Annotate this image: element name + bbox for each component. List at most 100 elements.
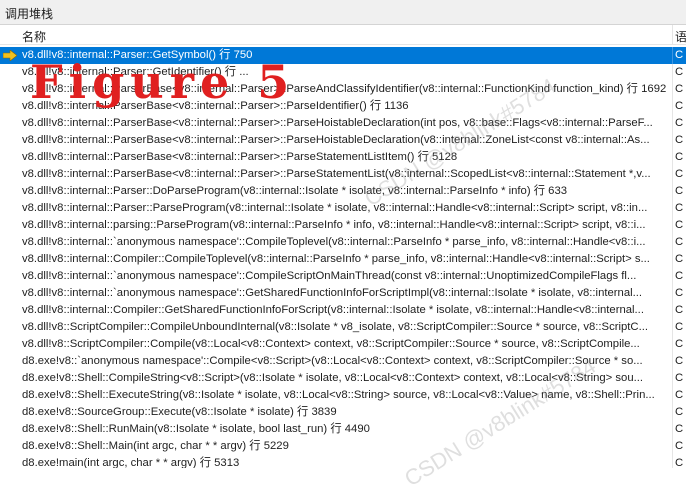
stack-frame-name: d8.exe!v8::Shell::Main(int argc, char * … [22,440,289,452]
column-divider [672,217,673,234]
stack-frame-row[interactable]: v8.dll!v8::internal::ParserBase<v8::inte… [0,166,686,183]
stack-frame-name: v8.dll!v8::internal::ParserBase<v8::inte… [22,117,653,129]
stack-frame-language: C [675,457,684,468]
stack-frame-row[interactable]: v8.dll!v8::internal::`anonymous namespac… [0,285,686,302]
stack-frame-language: C [675,253,684,265]
stack-frame-name: v8.dll!v8::ScriptCompiler::Compile(v8::L… [22,338,640,350]
stack-frame-language: C [675,185,684,197]
column-divider [672,353,673,370]
column-divider [672,455,673,468]
stack-frame-row[interactable]: v8.dll!v8::ScriptCompiler::Compile(v8::L… [0,336,686,353]
stack-frame-name: v8.dll!v8::internal::`anonymous namespac… [22,287,643,299]
stack-frame-name: d8.exe!v8::Shell::CompileString<v8::Scri… [22,372,644,384]
column-divider [672,268,673,285]
stack-frame-language: C [675,423,684,435]
stack-frame-name: v8.dll!v8::internal::ParserBase<v8::inte… [22,151,458,163]
stack-frame-language: C [675,49,684,61]
column-divider [672,200,673,217]
column-divider[interactable] [672,25,673,45]
stack-frame-language: C [675,355,684,367]
column-header-language[interactable]: 语 [675,28,686,45]
stack-frame-language: C [675,440,684,452]
column-divider [672,183,673,200]
stack-frame-name: d8.exe!v8::SourceGroup::Execute(v8::Isol… [22,406,337,418]
stack-frame-language: C [675,321,684,333]
stack-frame-name: v8.dll!v8::internal::Compiler::GetShared… [22,304,644,316]
column-divider [672,47,673,64]
call-stack-titlebar: 调用堆栈 [0,0,686,25]
window-title: 调用堆栈 [5,7,54,21]
stack-frame-row[interactable]: v8.dll!v8::internal::Parser::ParseProgra… [0,200,686,217]
stack-frame-row[interactable]: v8.dll!v8::internal::ParserBase<v8::inte… [0,115,686,132]
column-divider [672,438,673,455]
stack-frame-row[interactable]: v8.dll!v8::internal::ParserBase<v8::inte… [0,132,686,149]
stack-frame-name: v8.dll!v8::internal::ParserBase<v8::inte… [22,134,650,146]
stack-frame-row[interactable]: d8.exe!v8::SourceGroup::Execute(v8::Isol… [0,404,686,421]
column-header-name[interactable]: 名称 [22,28,46,45]
stack-frame-name: d8.exe!v8::Shell::ExecuteString(v8::Isol… [22,389,655,401]
stack-frame-language: C [675,83,684,95]
stack-frame-name: v8.dll!v8::internal::Parser::DoParseProg… [22,185,568,197]
stack-frame-row[interactable]: d8.exe!v8::Shell::RunMain(v8::Isolate * … [0,421,686,438]
stack-frame-row[interactable]: v8.dll!v8::internal::Compiler::GetShared… [0,302,686,319]
stack-frame-row[interactable]: v8.dll!v8::internal::`anonymous namespac… [0,268,686,285]
column-divider [672,234,673,251]
stack-frame-language: C [675,389,684,401]
column-divider [672,285,673,302]
stack-frame-name: v8.dll!v8::internal::ParserBase<v8::inte… [22,168,651,180]
stack-frame-language: C [675,66,684,78]
stack-frame-row[interactable]: v8.dll!v8::internal::Compiler::CompileTo… [0,251,686,268]
stack-frame-row[interactable]: d8.exe!v8::`anonymous namespace'::Compil… [0,353,686,370]
column-divider [672,166,673,183]
column-divider [672,387,673,404]
column-divider [672,115,673,132]
stack-frame-row[interactable]: d8.exe!v8::Shell::CompileString<v8::Scri… [0,370,686,387]
stack-frame-language: C [675,117,684,129]
stack-frame-row[interactable]: v8.dll!v8::internal::ParserBase<v8::inte… [0,149,686,166]
stack-frame-language: C [675,236,684,248]
stack-frame-name: v8.dll!v8::internal::Parser::ParseProgra… [22,202,648,214]
stack-frame-language: C [675,304,684,316]
stack-frame-language: C [675,219,684,231]
column-divider [672,98,673,115]
stack-frame-name: d8.exe!main(int argc, char * * argv) 行 5… [22,457,240,468]
column-divider [672,149,673,166]
column-divider [672,336,673,353]
stack-frame-row[interactable]: v8.dll!v8::internal::`anonymous namespac… [0,234,686,251]
stack-frame-name: d8.exe!v8::`anonymous namespace'::Compil… [22,355,643,367]
column-divider [672,319,673,336]
column-divider [672,421,673,438]
stack-frame-language: C [675,372,684,384]
stack-frame-name: d8.exe!v8::Shell::RunMain(v8::Isolate * … [22,423,370,435]
column-divider [672,404,673,421]
stack-frame-name: v8.dll!v8::internal::`anonymous namespac… [22,270,637,282]
column-divider [672,302,673,319]
stack-frame-language: C [675,270,684,282]
stack-frame-row[interactable]: v8.dll!v8::internal::parsing::ParseProgr… [0,217,686,234]
stack-frame-row[interactable]: d8.exe!v8::Shell::ExecuteString(v8::Isol… [0,387,686,404]
stack-frame-language: C [675,287,684,299]
stack-frame-language: C [675,100,684,112]
stack-frame-row[interactable]: v8.dll!v8::internal::Parser::DoParseProg… [0,183,686,200]
stack-frame-row[interactable]: d8.exe!v8::Shell::Main(int argc, char * … [0,438,686,455]
column-header: 名称 语 [0,25,686,45]
stack-frame-row[interactable]: d8.exe!main(int argc, char * * argv) 行 5… [0,455,686,468]
figure-label: Figure 5 [30,55,296,109]
current-instruction-arrow-icon [3,50,17,61]
stack-frame-name: v8.dll!v8::internal::Compiler::CompileTo… [22,253,650,265]
stack-frame-language: C [675,406,684,418]
stack-frame-name: v8.dll!v8::ScriptCompiler::CompileUnboun… [22,321,648,333]
column-divider [672,132,673,149]
column-divider [672,81,673,98]
stack-frame-language: C [675,202,684,214]
stack-frame-language: C [675,338,684,350]
stack-frame-language: C [675,151,684,163]
column-divider [672,370,673,387]
stack-frame-row[interactable]: v8.dll!v8::ScriptCompiler::CompileUnboun… [0,319,686,336]
stack-frame-name: v8.dll!v8::internal::parsing::ParseProgr… [22,219,646,231]
column-divider [672,251,673,268]
column-divider [672,64,673,81]
stack-frame-name: v8.dll!v8::internal::`anonymous namespac… [22,236,646,248]
stack-frame-language: C [675,168,684,180]
stack-frame-language: C [675,134,684,146]
